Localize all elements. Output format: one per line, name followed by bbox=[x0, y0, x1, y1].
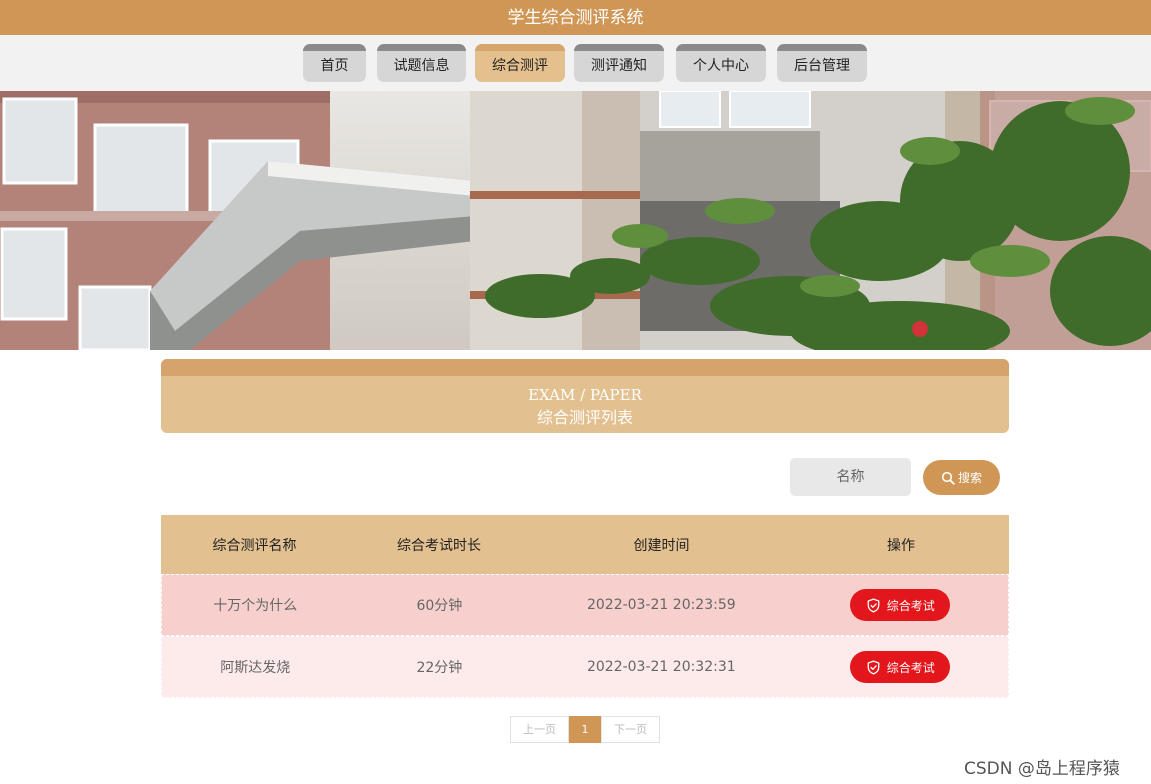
cell-created: 2022-03-21 20:32:31 bbox=[586, 659, 736, 675]
take-exam-button[interactable]: 综合考试 bbox=[850, 589, 951, 621]
app-title: 学生综合测评系统 bbox=[507, 8, 644, 28]
current-page[interactable]: 1 bbox=[569, 716, 601, 743]
section-title-en: EXAM / PAPER bbox=[528, 386, 642, 404]
assessment-table: 综合测评名称 综合考试时长 创建时间 操作 十万个为什么 60分钟 2022-0… bbox=[161, 515, 1009, 698]
main-nav: 首页 试题信息 综合测评 测评通知 个人中心 后台管理 bbox=[0, 35, 1151, 91]
nav-item-profile[interactable]: 个人中心 bbox=[676, 44, 766, 82]
cell-duration: 22分钟 bbox=[416, 660, 463, 676]
cell-action: 综合考试 bbox=[793, 589, 1008, 621]
prev-page-button[interactable]: 上一页 bbox=[510, 716, 569, 743]
nav-item-admin[interactable]: 后台管理 bbox=[777, 44, 867, 82]
search-button[interactable]: 搜索 bbox=[923, 460, 1000, 495]
pagination: 上一页 1 下一页 bbox=[510, 716, 660, 743]
nav-item-assessment[interactable]: 综合测评 bbox=[475, 44, 565, 82]
cell-name: 阿斯达发烧 bbox=[220, 660, 291, 676]
cell-duration: 60分钟 bbox=[416, 598, 463, 614]
search-icon bbox=[941, 471, 955, 485]
nav-item-questions[interactable]: 试题信息 bbox=[377, 44, 466, 82]
next-page-button[interactable]: 下一页 bbox=[601, 716, 660, 743]
col-header-created: 创建时间 bbox=[633, 537, 690, 554]
shield-check-icon bbox=[867, 597, 880, 613]
table-row: 十万个为什么 60分钟 2022-03-21 20:23:59 综合考试 bbox=[161, 574, 1009, 636]
section-header: EXAM / PAPER 综合测评列表 bbox=[161, 359, 1009, 433]
csdn-watermark: CSDN @岛上程序猿 bbox=[964, 759, 1120, 779]
table-row: 阿斯达发烧 22分钟 2022-03-21 20:32:31 综合考试 bbox=[161, 636, 1009, 698]
top-bar: 学生综合测评系统 bbox=[0, 0, 1151, 35]
take-exam-label: 综合考试 bbox=[886, 598, 935, 613]
col-header-duration: 综合考试时长 bbox=[397, 537, 481, 554]
take-exam-button[interactable]: 综合考试 bbox=[850, 651, 951, 683]
col-header-action: 操作 bbox=[887, 537, 915, 554]
nav-item-notices[interactable]: 测评通知 bbox=[574, 44, 664, 82]
search-input[interactable] bbox=[790, 458, 911, 496]
section-title-cn: 综合测评列表 bbox=[536, 408, 633, 427]
campus-banner-image bbox=[0, 91, 1151, 350]
cell-action: 综合考试 bbox=[793, 651, 1008, 683]
search-button-label: 搜索 bbox=[957, 471, 982, 485]
cell-name: 十万个为什么 bbox=[213, 598, 298, 614]
col-header-name: 综合测评名称 bbox=[212, 537, 297, 554]
take-exam-label: 综合考试 bbox=[886, 660, 935, 675]
section-header-strip bbox=[161, 359, 1009, 376]
table-header: 综合测评名称 综合考试时长 创建时间 操作 bbox=[161, 515, 1009, 574]
nav-item-home[interactable]: 首页 bbox=[303, 44, 366, 82]
cell-created: 2022-03-21 20:23:59 bbox=[586, 597, 736, 613]
shield-check-icon bbox=[867, 659, 880, 675]
